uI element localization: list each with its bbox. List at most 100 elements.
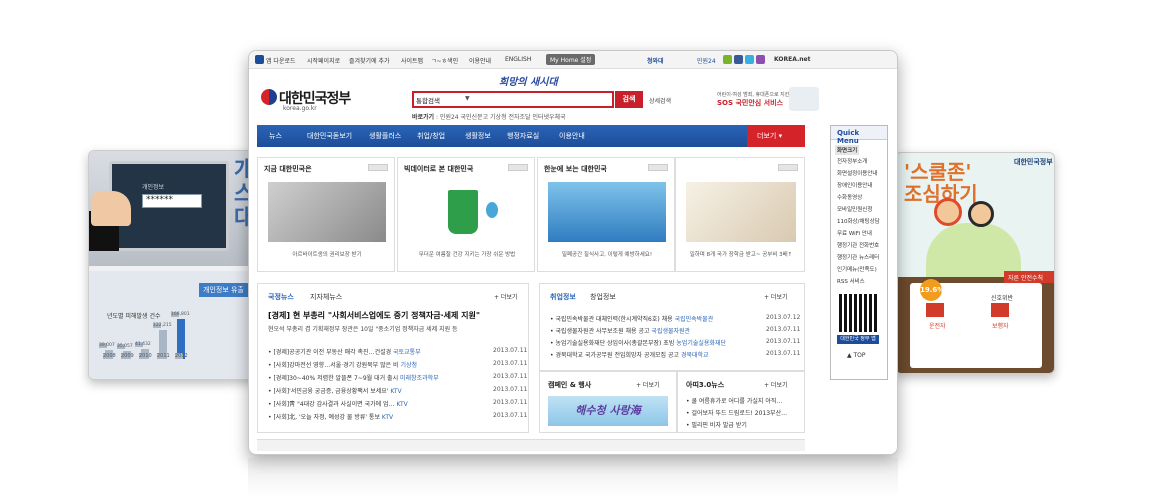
study-illustration[interactable] — [686, 182, 796, 242]
panel-caption[interactable]: 밀폐공간 질식사고, 이렇게 예방하세요! — [538, 250, 676, 258]
search-input[interactable] — [412, 91, 614, 108]
news-list-item[interactable]: • [경제]30~40% 저렴한 알뜰폰 7~9월 대거 출시 미래창조과학부 2… — [268, 373, 527, 382]
quick-menu-item[interactable]: 모바일민원신청 — [837, 205, 872, 213]
job-item-text[interactable]: 국립생물자원관 사무보조원 채용 공고 — [555, 328, 649, 335]
job-item-text[interactable]: 경북대학교 국가공무원 전입희망자 공개모집 공고 — [555, 352, 679, 359]
blue-house-link[interactable]: 청와대 — [647, 56, 664, 65]
quick-menu-item[interactable]: 무료 WiFi 안내 — [837, 229, 872, 237]
quick-menu-item[interactable]: 행정기관 전화번호 — [837, 241, 879, 249]
quick-menu-item[interactable]: 행정기관 뉴스레터 — [837, 253, 879, 261]
back-to-top-button[interactable]: ▲ TOP — [847, 352, 866, 359]
qr-code-image[interactable] — [839, 294, 877, 332]
index-link[interactable]: ㄱ~ㅎ색인 — [431, 56, 458, 65]
tab-local-news[interactable]: 지자체뉴스 — [310, 292, 342, 302]
my-home-button[interactable]: My Home 설정 — [546, 54, 596, 65]
agora-list-item[interactable]: • 걸어보자 뚜드 드림로드! 2013부산… — [686, 408, 787, 417]
news-item-text[interactable]: [경제]30~40% 저렴한 알뜰폰 7~9월 대거 출시 — [273, 375, 398, 382]
search-button[interactable]: 검색 — [615, 91, 643, 108]
sos-banner[interactable]: 어린이·여성 범죄, 휴대폰으로 지킨다. SOS 국민안심 서비스 — [717, 91, 796, 107]
sitemap-link[interactable]: 사이트맵 — [401, 56, 423, 65]
chevron-down-icon[interactable]: ▼ — [465, 95, 470, 102]
facebook-icon[interactable] — [734, 55, 743, 64]
worker-photo[interactable] — [268, 182, 386, 242]
news-summary[interactable]: 현오석 부총리 겸 기획재정부 장관은 10일 "중소기업 정책자금 세제 지원… — [268, 324, 458, 333]
panel-caption[interactable]: 아르바이트생의 권리보장 받기 — [258, 250, 396, 258]
quick-menu-item[interactable]: 화면설정이용안내 — [837, 169, 877, 177]
agora-list-item[interactable]: • 필리핀 비자 발급 받기 — [686, 420, 747, 429]
job-list-item[interactable]: • 농업기술실용화재단 상임이사(총괄본부장) 초빙 농업기술실용화재단 2013… — [550, 338, 800, 347]
blog-icon[interactable] — [723, 55, 732, 64]
search-scope-select[interactable]: 통합검색 — [416, 95, 440, 105]
safety-illustration[interactable] — [548, 182, 666, 242]
news-list-item[interactable]: • [경제]공공기관 이전 부동산 매각 촉진…건설경 국토교통부 2013.07… — [268, 347, 527, 356]
news-list-item[interactable]: • [사회]강마전선 영향…서울·경기 강원북부 많은 비 기상청 2013.07… — [268, 360, 527, 369]
panel-pager[interactable] — [508, 164, 528, 171]
panel-caption[interactable]: 일하며 8개 국가 장학금 받고~ 공부비 3배↑ — [676, 250, 806, 258]
quick-menu-item[interactable]: 인기메뉴(만족도) — [837, 265, 877, 273]
driver-label: 운전자 — [929, 323, 946, 330]
feature-panel[interactable]: 지금 대한민국은 아르바이트생의 권리보장 받기 — [257, 157, 395, 272]
tab-jobs[interactable]: 취업정보 — [550, 292, 576, 302]
nav-life-info[interactable]: 생활정보 — [465, 131, 491, 141]
tab-startup[interactable]: 창업정보 — [590, 292, 616, 302]
quick-menu-item[interactable]: RSS 서비스 — [837, 277, 865, 285]
advanced-search-link[interactable]: 상세검색 — [649, 96, 671, 105]
news-item-text[interactable]: [사회]北, '오늘 자정, 예성강 물 방류' 통보 — [273, 414, 380, 421]
minwon24-link[interactable]: 민원24 — [697, 56, 716, 65]
jobs-more-link[interactable]: + 더보기 — [764, 292, 788, 301]
quick-menu-item[interactable]: 수화동영상 — [837, 193, 862, 201]
nav-korea-lens[interactable]: 대한민국돋보기 — [307, 131, 352, 141]
panel-pager[interactable] — [778, 164, 798, 171]
nav-jobs[interactable]: 취업/창업 — [417, 131, 445, 141]
feature-panel[interactable]: 빅데이터로 본 대한민국 무더운 여름철 건강 지키는 가장 쉬운 방법 — [397, 157, 535, 272]
quick-menu-item[interactable]: 장애인이용안내 — [837, 181, 872, 189]
cup-illustration[interactable] — [408, 182, 526, 242]
feature-panel[interactable]: 한눈에 보는 대한민국 밀폐공간 질식사고, 이렇게 예방하세요! — [537, 157, 675, 272]
english-link[interactable]: ENGLISH — [505, 56, 531, 63]
news-list-item[interactable]: • [사회]靑 "4대강 감사결과 사실이면 국가에 업… KTV 2013.07… — [268, 399, 527, 408]
quick-menu-item[interactable]: 전자정부소개 — [837, 157, 867, 165]
guide-link[interactable]: 이용안내 — [469, 56, 491, 65]
government-logo-icon[interactable] — [261, 89, 277, 105]
news-headline[interactable]: [경제] 현 부총리 "사회서비스업에도 중기 정책자금·세제 지원" — [268, 310, 480, 321]
qr-caption[interactable]: 대한민국 정부 앱 — [837, 335, 879, 344]
nav-admin-data[interactable]: 행정자료실 — [507, 131, 539, 141]
agora-more-link[interactable]: + 더보기 — [764, 380, 788, 389]
panel-pager[interactable] — [648, 164, 668, 171]
panel-pager[interactable] — [368, 164, 388, 171]
koreanet-link[interactable]: KOREA.net — [774, 56, 810, 63]
job-item-text[interactable]: 농업기술실용화재단 상임이사(총괄본부장) 초빙 — [555, 340, 674, 347]
news-item-text[interactable]: [경제]공공기관 이전 부동산 매각 촉진…건설경 — [273, 349, 391, 356]
agora-item-text[interactable]: 쿨 여름휴가로 어디를 가실지 아직… — [691, 398, 782, 405]
nav-guide[interactable]: 이용안내 — [559, 131, 585, 141]
nav-more-button[interactable]: 더보기 ▾ — [747, 125, 805, 147]
news-item-text[interactable]: [사회]강마전선 영향…서울·경기 강원북부 많은 비 — [273, 362, 398, 369]
agora-list-item[interactable]: • 쿨 여름휴가로 어디를 가실지 아직… — [686, 396, 782, 405]
news-item-text[interactable]: [사회]靑 "4대강 감사결과 사실이면 국가에 업… — [273, 401, 394, 408]
feature-panel[interactable]: 일하며 8개 국가 장학금 받고~ 공부비 3배↑ — [675, 157, 805, 272]
job-list-item[interactable]: • 국립생물자원관 사무보조원 채용 공고 국립생물자원관 2013.07.11 — [550, 326, 800, 335]
twitter-icon[interactable] — [745, 55, 754, 64]
tab-national-news[interactable]: 국정뉴스 — [268, 292, 294, 302]
campaign-more-link[interactable]: + 더보기 — [636, 380, 660, 389]
favorites-link[interactable]: 즐겨찾기에 추가 — [349, 56, 390, 65]
panel-caption[interactable]: 무더운 여름철 건강 지키는 가장 쉬운 방법 — [398, 250, 536, 258]
campaign-banner[interactable]: 해수청 사랑海 — [548, 396, 668, 426]
quick-menu-item[interactable]: 화면크기 — [835, 145, 860, 155]
quick-links-list[interactable]: 민원24 국민신문고 기상청 전자조달 인터넷우체국 — [440, 114, 566, 121]
job-item-text[interactable]: 국립민속박물관 대체인력(한시계약직6호) 채용 — [555, 316, 672, 323]
news-list-item[interactable]: • [사회]北, '오늘 자정, 예성강 물 방류' 통보 KTV 2013.07… — [268, 412, 527, 421]
news-more-link[interactable]: + 더보기 — [494, 292, 518, 301]
nav-news[interactable]: 뉴스 — [269, 131, 282, 141]
news-list-item[interactable]: • [사회]'서민금융 궁금증, 금융상황팩서 보세요' KTV 2013.07.… — [268, 386, 527, 395]
agora-item-text[interactable]: 필리핀 비자 발급 받기 — [691, 422, 746, 429]
quick-menu-item[interactable]: 110화상/채팅상담 — [837, 217, 880, 225]
job-list-item[interactable]: • 국립민속박물관 대체인력(한시계약직6호) 채용 국립민속박물관 2013.0… — [550, 314, 800, 323]
job-list-item[interactable]: • 경북대학교 국가공무원 전입희망자 공개모집 공고 경북대학교 2013.07… — [550, 350, 800, 359]
start-page-link[interactable]: 시작페이지로 — [307, 56, 340, 65]
nav-life-plus[interactable]: 생활플러스 — [369, 131, 401, 141]
app-download-link[interactable]: 앱 다운로드 — [266, 56, 296, 65]
me2day-icon[interactable] — [756, 55, 765, 64]
agora-item-text[interactable]: 걸어보자 뚜드 드림로드! 2013부산… — [691, 410, 787, 417]
news-item-text[interactable]: [사회]'서민금융 궁금증, 금융상황팩서 보세요' — [273, 388, 388, 395]
